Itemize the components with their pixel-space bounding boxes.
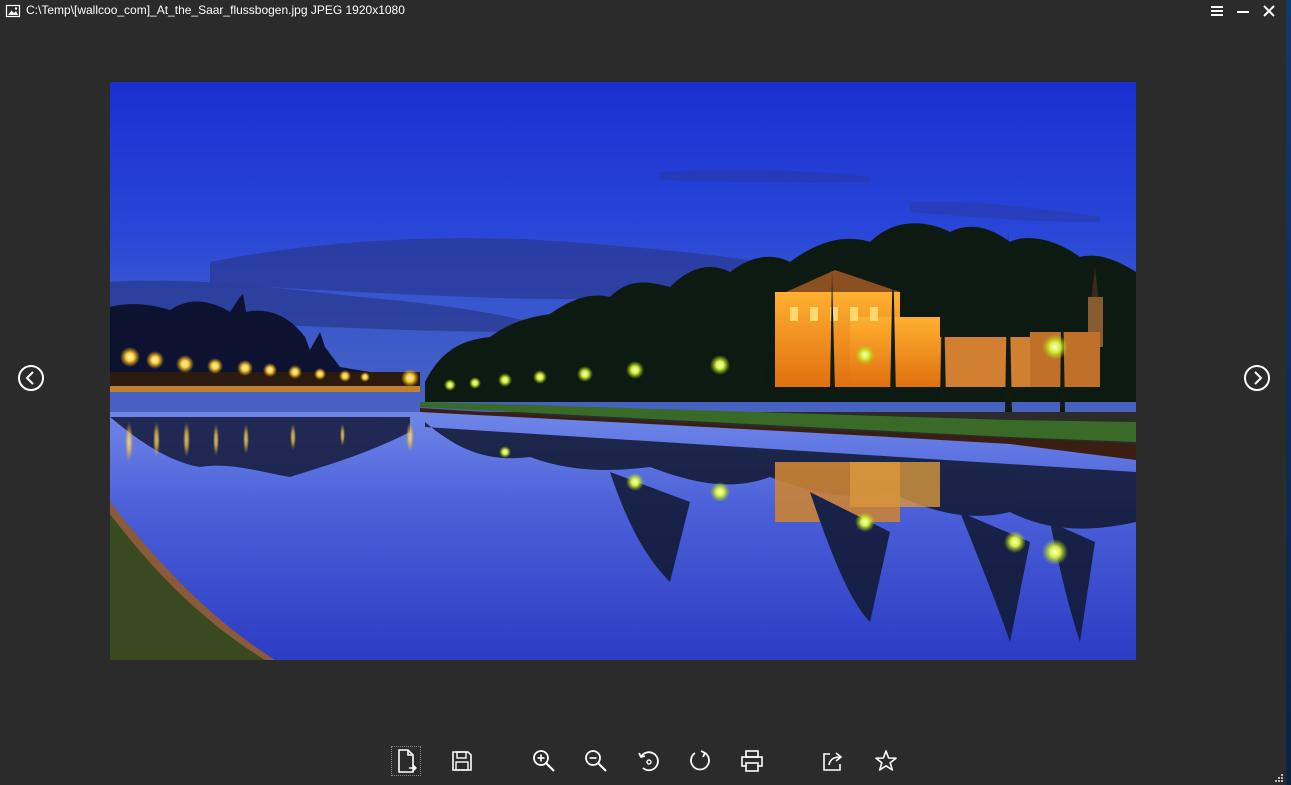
resize-grip-icon[interactable] (1272, 771, 1284, 783)
menu-button[interactable] (1208, 2, 1226, 20)
menu-icon (1211, 6, 1223, 16)
title-bar[interactable]: C:\Temp\[wallcoo_com]_At_the_Saar_flussb… (0, 0, 1286, 22)
zoom-out-button[interactable] (581, 746, 611, 776)
window-title: C:\Temp\[wallcoo_com]_At_the_Saar_flussb… (26, 3, 405, 17)
desktop-background-edge (1286, 0, 1291, 785)
share-icon (823, 752, 843, 771)
zoom-in-button[interactable] (529, 746, 559, 776)
rotate-right-button[interactable] (685, 746, 715, 776)
close-icon (1263, 5, 1275, 17)
save-icon (452, 751, 472, 771)
close-button[interactable] (1260, 2, 1278, 20)
chevron-left-circle-icon (18, 365, 44, 391)
rotate-left-button[interactable] (633, 746, 663, 776)
image-viewer-window: C:\Temp\[wallcoo_com]_At_the_Saar_flussb… (0, 0, 1286, 785)
favorite-star-icon (875, 750, 897, 771)
minimize-button[interactable] (1234, 2, 1252, 20)
print-icon (741, 750, 763, 772)
displayed-image[interactable] (110, 82, 1136, 660)
favorite-button[interactable] (871, 746, 901, 776)
save-button[interactable] (447, 746, 477, 776)
minimize-icon (1237, 11, 1249, 13)
zoom-in-icon (533, 750, 555, 772)
open-file-icon (398, 749, 417, 773)
previous-image-button[interactable] (17, 364, 45, 392)
print-button[interactable] (737, 746, 767, 776)
rotate-left-icon (638, 751, 659, 772)
share-button[interactable] (818, 746, 848, 776)
next-image-button[interactable] (1243, 364, 1271, 392)
window-controls (1208, 1, 1278, 21)
zoom-out-icon (585, 750, 607, 772)
rotate-right-icon (690, 750, 710, 771)
open-file-button[interactable] (391, 746, 421, 776)
image-app-icon (5, 4, 21, 18)
bottom-toolbar (0, 740, 1286, 785)
chevron-right-circle-icon (1244, 365, 1270, 391)
